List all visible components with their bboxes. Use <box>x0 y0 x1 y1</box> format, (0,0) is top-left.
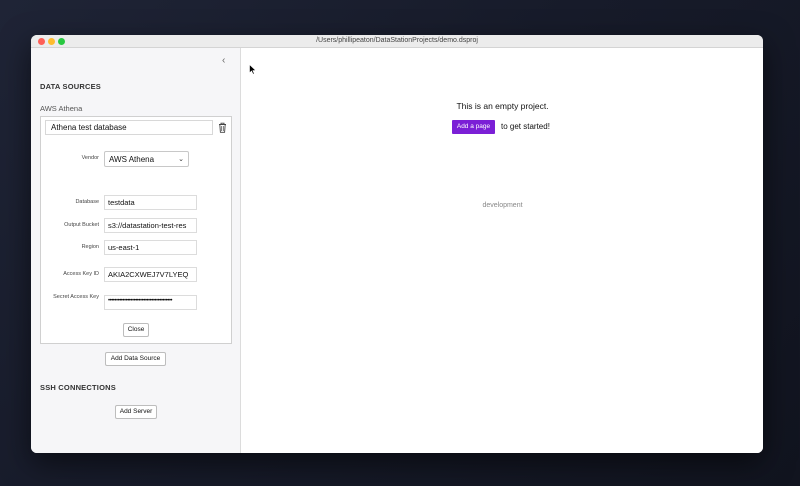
region-input[interactable]: us-east-1 <box>104 240 197 255</box>
secret-access-key-label: Secret Access Key <box>53 294 99 300</box>
title-bar: /Users/phillipeaton/DataStationProjects/… <box>31 35 763 48</box>
secret-access-key-input[interactable]: •••••••••••••••••••••••••••••••••••••••• <box>104 295 197 310</box>
chevron-down-icon: ⌄ <box>178 156 184 163</box>
app-window: /Users/phillipeaton/DataStationProjects/… <box>31 35 763 453</box>
data-source-card: Athena test database Vendor AWS Athena ⌄… <box>40 116 232 344</box>
get-started-text: to get started! <box>501 122 550 131</box>
data-source-name-input[interactable]: Athena test database <box>45 120 213 135</box>
access-key-id-label: Access Key ID <box>63 271 99 277</box>
database-input[interactable]: testdata <box>104 195 197 210</box>
collapse-sidebar-icon[interactable]: ‹ <box>222 55 225 66</box>
vendor-label: Vendor <box>81 155 99 161</box>
vendor-select-value: AWS Athena <box>109 155 155 164</box>
output-bucket-input[interactable]: s3://datastation-test-res <box>104 218 197 233</box>
sidebar: ‹ DATA SOURCES AWS Athena Athena test da… <box>31 48 241 453</box>
vendor-select[interactable]: AWS Athena ⌄ <box>104 151 189 167</box>
main-panel: This is an empty project. Add a page to … <box>242 48 763 453</box>
mouse-pointer-icon <box>249 64 257 75</box>
add-data-source-button[interactable]: Add Data Source <box>105 352 166 366</box>
environment-label: development <box>482 202 523 209</box>
window-title: /Users/phillipeaton/DataStationProjects/… <box>316 37 478 44</box>
region-label: Region <box>81 244 99 250</box>
add-page-button[interactable]: Add a page <box>452 120 495 134</box>
output-bucket-label: Output Bucket <box>64 222 99 228</box>
data-source-type-label: AWS Athena <box>40 104 83 113</box>
add-server-button[interactable]: Add Server <box>115 405 157 419</box>
close-button[interactable]: Close <box>123 323 149 337</box>
empty-project-message: This is an empty project. <box>456 101 549 111</box>
trash-icon[interactable] <box>218 122 227 133</box>
access-key-id-input[interactable]: AKIA2CXWEJ7V7LYEQ <box>104 267 197 282</box>
ssh-connections-heading: SSH CONNECTIONS <box>40 383 116 392</box>
database-label: Database <box>75 199 99 205</box>
data-sources-heading: DATA SOURCES <box>40 82 102 91</box>
